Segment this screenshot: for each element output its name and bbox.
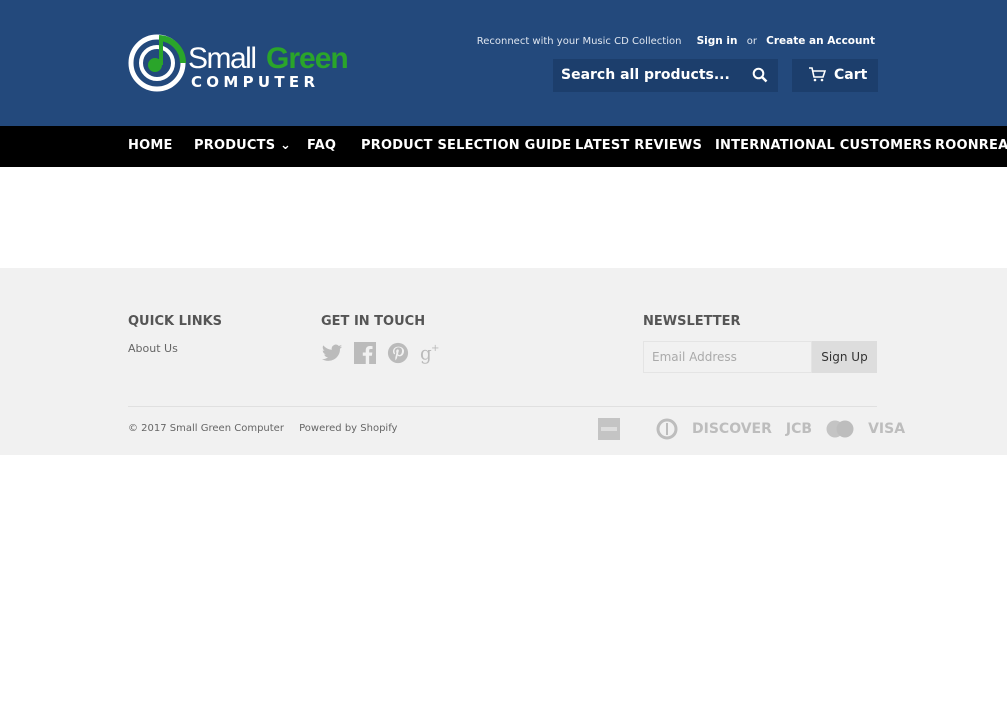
about-us-link[interactable]: About Us [128,342,178,355]
email-field[interactable]: Email Address [643,341,812,373]
svg-text:+: + [431,343,439,354]
cart-button[interactable]: Cart [792,59,878,92]
newsletter-title: NEWSLETTER [643,314,741,329]
site-header: Small Green COMPUTER Reconnect with your… [0,0,1007,126]
search-placeholder: Search all products... [561,67,730,83]
main-nav: HOME PRODUCTS ⌄ FAQ PRODUCT SELECTION GU… [0,126,1007,167]
nav-home[interactable]: HOME [128,138,173,153]
discover-icon: DISCOVER [692,421,772,437]
social-links: g + [321,342,442,364]
american-express-icon [598,418,620,440]
search-icon[interactable] [752,67,768,83]
site-footer: QUICK LINKS About Us GET IN TOUCH g + NEW… [0,268,1007,455]
google-plus-icon[interactable]: g + [420,342,442,364]
nav-roonready[interactable]: ROONREADY [935,138,1007,153]
svg-text:COMPUTER: COMPUTER [191,73,319,91]
tagline: Reconnect with your Music CD Collection [476,36,682,47]
pinterest-icon[interactable] [387,342,409,364]
nav-international-customers[interactable]: INTERNATIONAL CUSTOMERS [715,138,932,153]
divider [128,406,877,407]
powered-by-shopify-link[interactable]: Powered by Shopify [299,423,397,434]
get-in-touch-title: GET IN TOUCH [321,314,426,329]
nav-latest-reviews[interactable]: LATEST REVIEWS [575,138,702,153]
nav-faq[interactable]: FAQ [307,138,336,153]
copyright-line: © 2017 Small Green Computer Powered by S… [128,423,397,434]
copyright: © 2017 Small Green Computer [128,423,284,434]
or-text: or [746,36,757,47]
sign-up-button[interactable]: Sign Up [812,341,877,373]
svg-text:Small: Small [188,42,256,75]
nav-product-selection-guide[interactable]: PRODUCT SELECTION GUIDE [361,138,571,153]
logo[interactable]: Small Green COMPUTER [128,32,360,94]
cart-icon [809,67,827,82]
mastercard-icon [826,420,854,438]
payment-icons: DISCOVER JCB VISA [598,418,905,440]
top-links: Reconnect with your Music CD Collection … [471,35,875,47]
cart-label: Cart [834,67,868,83]
search-input[interactable]: Search all products... [553,59,778,92]
visa-icon: VISA [868,421,906,437]
nav-products[interactable]: PRODUCTS ⌄ [194,138,291,153]
diners-club-icon [656,418,678,440]
quick-links-title: QUICK LINKS [128,314,223,329]
svg-text:Green: Green [266,42,348,75]
sign-in-link[interactable]: Sign in [697,35,738,47]
jcb-icon: JCB [785,421,813,437]
create-account-link[interactable]: Create an Account [766,35,875,47]
twitter-icon[interactable] [321,342,343,364]
facebook-icon[interactable] [354,342,376,364]
